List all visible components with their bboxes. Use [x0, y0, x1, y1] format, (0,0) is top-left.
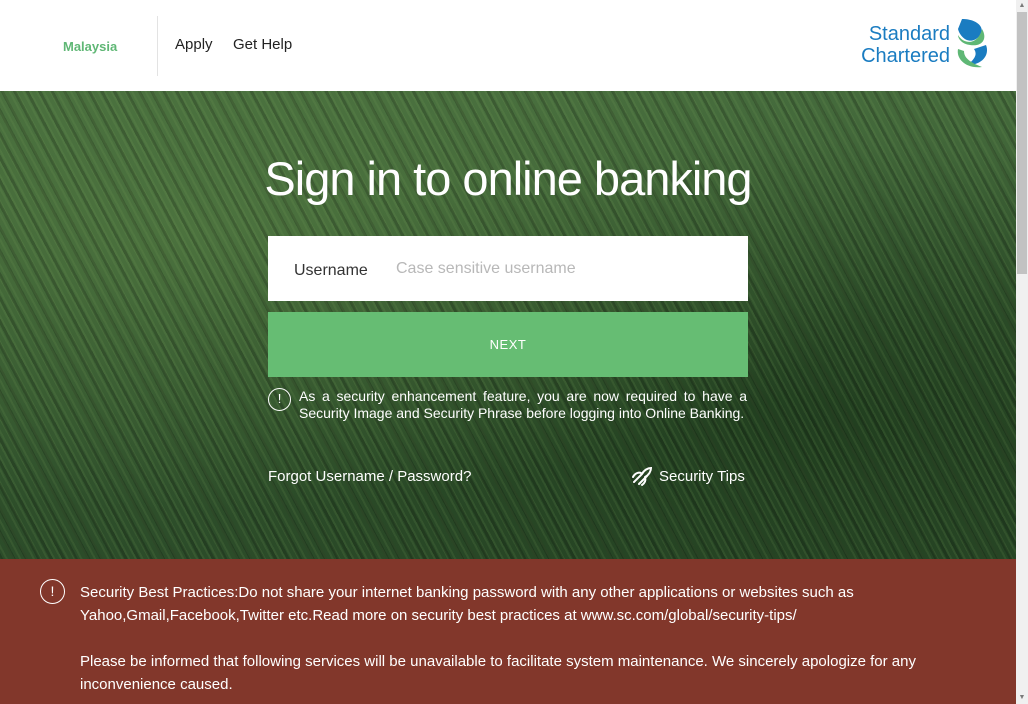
country-label[interactable]: Malaysia	[63, 39, 117, 54]
username-box: Username	[268, 236, 748, 301]
alert-icon: !	[40, 579, 65, 604]
username-input[interactable]	[396, 250, 736, 288]
maintenance-notice-text: Please be informed that following servic…	[80, 653, 916, 693]
sc-swirl-logo-icon[interactable]	[952, 15, 992, 71]
logo-line-2: Chartered	[861, 45, 950, 67]
hero-section: Sign in to online banking Username NEXT …	[0, 91, 1016, 559]
security-notice: As a security enhancement feature, you a…	[299, 388, 747, 421]
logo-wordmark[interactable]: Standard Chartered	[855, 23, 950, 67]
page-title: Sign in to online banking	[264, 152, 752, 205]
scroll-down-icon[interactable]: ▼	[1016, 692, 1028, 704]
logo-line-1: Standard	[868, 23, 950, 45]
security-alert-banner: ! Security Best Practices:Do not share y…	[0, 559, 1016, 704]
security-best-practices-text: Security Best Practices:Do not share you…	[80, 584, 854, 624]
info-icon: !	[268, 388, 291, 411]
header-divider	[157, 16, 158, 76]
scroll-thumb[interactable]	[1017, 12, 1027, 274]
security-tips-label: Security Tips	[659, 468, 745, 485]
site-header: Malaysia Apply Get Help Standard Charter…	[0, 0, 1016, 91]
forgot-username-password-link[interactable]: Forgot Username / Password?	[268, 468, 471, 485]
page-scrollbar[interactable]: ▲ ▼	[1016, 0, 1028, 704]
security-tips-icon	[632, 466, 653, 486]
nav-apply-link[interactable]: Apply	[175, 36, 213, 53]
next-button[interactable]: NEXT	[268, 312, 748, 377]
scroll-up-icon[interactable]: ▲	[1016, 0, 1028, 12]
nav-get-help-link[interactable]: Get Help	[233, 36, 292, 53]
username-label: Username	[294, 262, 368, 279]
